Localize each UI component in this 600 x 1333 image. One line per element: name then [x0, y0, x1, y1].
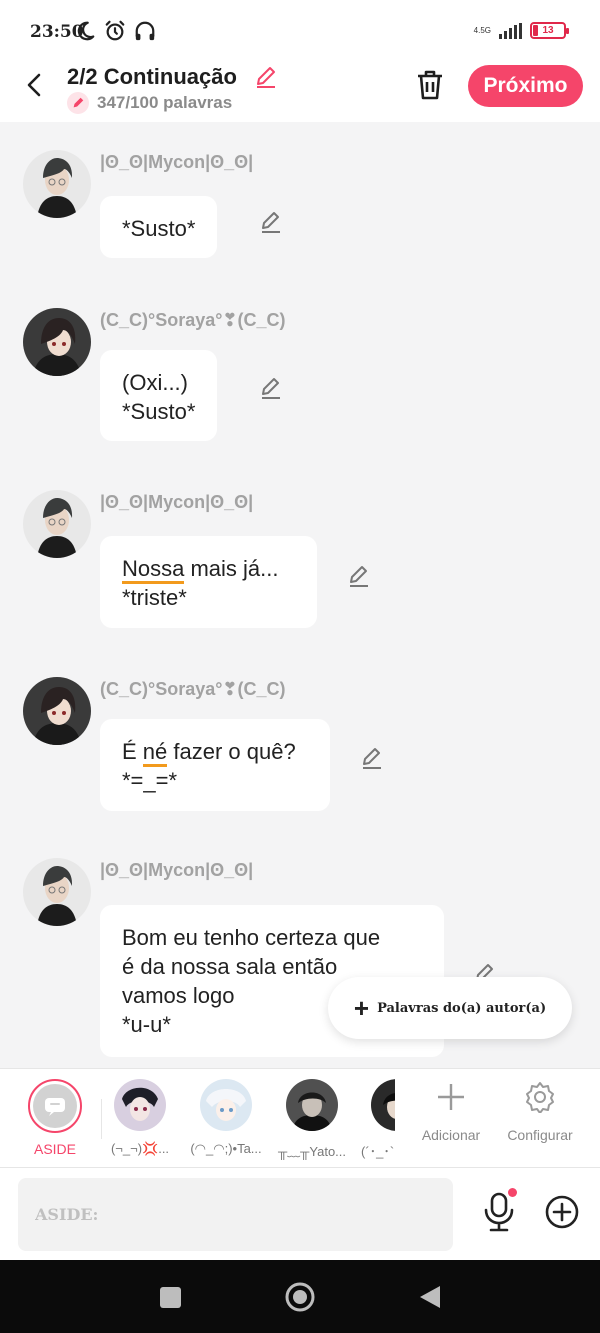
avatar-mycon[interactable] — [23, 150, 91, 218]
edit-title-icon[interactable] — [253, 63, 279, 89]
message-text: É — [122, 739, 143, 764]
add-label: Adicionar — [421, 1127, 481, 1143]
edit-icon[interactable] — [346, 562, 372, 588]
character-avatar — [286, 1079, 338, 1131]
headphones-icon — [135, 21, 155, 41]
avatar-soraya[interactable] — [23, 308, 91, 376]
add-circle-icon[interactable] — [544, 1194, 580, 1230]
system-nav-bar — [0, 1260, 600, 1333]
character-label: (´･_･`... — [361, 1144, 395, 1159]
author-words-button[interactable]: + Palavras do(a) autor(a) — [328, 977, 572, 1039]
author-name: |ʘ_ʘ|Mycon|ʘ_ʘ| — [100, 152, 254, 172]
status-bar: 23:50 4.5G 13 — [0, 0, 600, 62]
author-words-label: Palavras do(a) autor(a) — [377, 1000, 547, 1016]
character-item[interactable]: (◠_◠;)•Ta... — [186, 1079, 266, 1157]
character-label: (◠_◠;)•Ta... — [190, 1141, 262, 1156]
gear-icon — [526, 1082, 554, 1113]
word-count: 347/100 palavras — [67, 92, 232, 114]
header: 2/2 Continuação 347/100 palavras Próximo — [0, 62, 600, 122]
author-name: |ʘ_ʘ|Mycon|ʘ_ʘ| — [100, 492, 254, 512]
battery-icon: 13 — [530, 22, 569, 39]
network-type: 4.5G — [473, 25, 491, 35]
plus-icon: + — [353, 993, 370, 1023]
character-label: ASIDE — [33, 1141, 76, 1157]
underlined-word: Nossa — [122, 556, 185, 584]
microphone-icon[interactable] — [481, 1192, 517, 1232]
battery-level: 13 — [542, 25, 554, 36]
avatar-soraya[interactable] — [23, 677, 91, 745]
message-bubble[interactable]: É né fazer o quê? *=_=* — [100, 719, 330, 811]
moon-icon — [77, 21, 95, 41]
trash-icon[interactable] — [414, 68, 446, 102]
add-character-button[interactable]: Adicionar — [411, 1081, 491, 1143]
input-bar — [0, 1167, 600, 1260]
aside-avatar — [28, 1079, 82, 1133]
message-bubble[interactable]: Nossa mais já... *triste* — [100, 536, 317, 628]
pencil-icon — [67, 92, 89, 114]
character-item[interactable]: (´･_･`... — [353, 1079, 395, 1160]
back-arrow-icon[interactable] — [20, 70, 50, 100]
author-name: (C_C)°Soraya°❣(C_C) — [100, 679, 286, 699]
character-label: (¬_¬)💢... — [110, 1141, 170, 1156]
plus-icon — [438, 1084, 464, 1110]
character-avatar — [200, 1079, 252, 1131]
page-title: 2/2 Continuação — [67, 64, 237, 89]
notification-dot — [508, 1188, 517, 1197]
character-label: ╥﹏╥Yato... — [277, 1144, 347, 1159]
character-avatar — [114, 1079, 166, 1131]
character-item[interactable]: (¬_¬)💢... — [100, 1079, 180, 1157]
character-avatar — [371, 1079, 395, 1131]
alarm-icon — [105, 20, 125, 41]
character-bar: ASIDE (¬_¬)💢... (◠_◠;)•Ta... ╥﹏╥Yato... … — [0, 1068, 600, 1167]
configure-button[interactable]: Configurar — [500, 1081, 580, 1143]
word-count-label: 347/100 palavras — [97, 93, 233, 112]
message-bubble[interactable]: *Susto* — [100, 196, 218, 258]
author-name: |ʘ_ʘ|Mycon|ʘ_ʘ| — [100, 860, 254, 880]
avatar-mycon[interactable] — [23, 858, 91, 926]
avatar-mycon[interactable] — [23, 490, 91, 558]
edit-icon[interactable] — [359, 744, 385, 770]
home-icon[interactable] — [284, 1281, 316, 1313]
underlined-word: né — [142, 739, 168, 767]
message-input[interactable] — [18, 1178, 453, 1251]
config-label: Configurar — [507, 1127, 573, 1143]
nav-back-icon[interactable] — [418, 1284, 442, 1310]
message-bubble[interactable]: (Oxi...) *Susto* — [100, 350, 218, 441]
next-button[interactable]: Próximo — [468, 65, 583, 107]
author-name: (C_C)°Soraya°❣(C_C) — [100, 310, 286, 330]
signal-icon — [499, 22, 522, 39]
recents-icon[interactable] — [160, 1287, 181, 1308]
character-aside[interactable]: ASIDE — [15, 1079, 95, 1157]
chat-area[interactable]: |ʘ_ʘ|Mycon|ʘ_ʘ| *Susto* (C_C)°Soraya°❣(C… — [0, 122, 600, 1068]
edit-icon[interactable] — [258, 208, 284, 234]
character-item[interactable]: ╥﹏╥Yato... — [272, 1079, 352, 1160]
message-icon — [45, 1098, 65, 1116]
edit-icon[interactable] — [258, 374, 284, 400]
